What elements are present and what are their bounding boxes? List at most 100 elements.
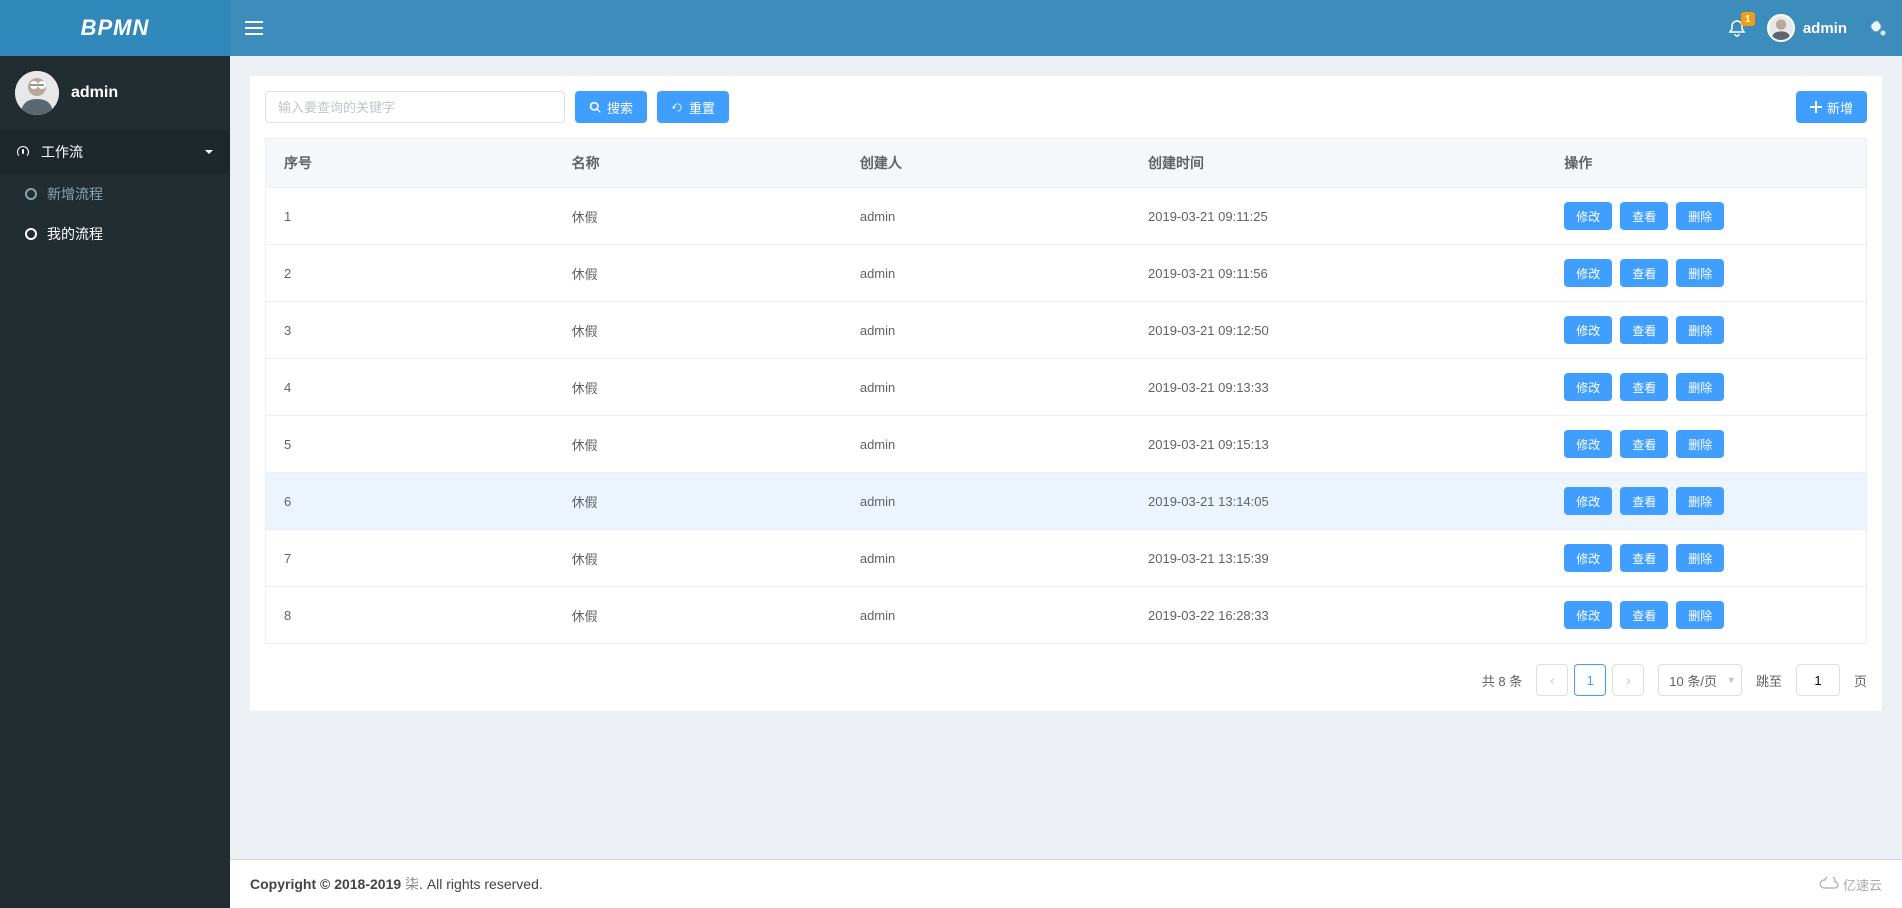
view-button[interactable]: 查看 <box>1620 544 1668 572</box>
footer: Copyright © 2018-2019 柒. All rights rese… <box>230 859 1902 908</box>
edit-button[interactable]: 修改 <box>1564 430 1612 458</box>
page-prev-button[interactable]: ‹ <box>1536 664 1568 696</box>
delete-button[interactable]: 删除 <box>1676 316 1724 344</box>
chevron-down-icon <box>203 146 215 158</box>
jump-label: 跳至 <box>1756 671 1782 690</box>
sidebar-item-1[interactable]: 我的流程 <box>0 214 230 254</box>
watermark: 亿速云 <box>1819 875 1882 894</box>
cell-created: 2019-03-21 09:11:25 <box>1130 188 1546 245</box>
table-row: 6 休假 admin 2019-03-21 13:14:05 修改 查看 删除 <box>266 473 1867 530</box>
circle-icon <box>25 228 37 240</box>
cell-created: 2019-03-21 13:15:39 <box>1130 530 1546 587</box>
view-button[interactable]: 查看 <box>1620 373 1668 401</box>
content-area: 搜索 重置 新增 序号 <box>230 56 1902 859</box>
search-input[interactable] <box>265 91 565 123</box>
main-panel: 搜索 重置 新增 序号 <box>250 76 1882 711</box>
view-button[interactable]: 查看 <box>1620 430 1668 458</box>
view-button[interactable]: 查看 <box>1620 259 1668 287</box>
cell-name: 休假 <box>554 416 842 473</box>
user-name: admin <box>71 84 118 102</box>
circle-icon <box>25 188 37 200</box>
edit-button[interactable]: 修改 <box>1564 544 1612 572</box>
cell-name: 休假 <box>554 359 842 416</box>
cell-created: 2019-03-21 09:15:13 <box>1130 416 1546 473</box>
cell-actions: 修改 查看 删除 <box>1546 587 1866 644</box>
edit-button[interactable]: 修改 <box>1564 316 1612 344</box>
view-button[interactable]: 查看 <box>1620 487 1668 515</box>
page-number-button[interactable]: 1 <box>1574 664 1606 696</box>
footer-rights: . All rights reserved. <box>419 876 543 892</box>
cell-actions: 修改 查看 删除 <box>1546 188 1866 245</box>
jump-page-input[interactable] <box>1796 664 1840 696</box>
chevron-right-icon: › <box>1626 673 1630 688</box>
cell-actions: 修改 查看 删除 <box>1546 530 1866 587</box>
table-row: 5 休假 admin 2019-03-21 09:15:13 修改 查看 删除 <box>266 416 1867 473</box>
edit-button[interactable]: 修改 <box>1564 259 1612 287</box>
sidebar-item-0[interactable]: 新增流程 <box>0 174 230 214</box>
delete-button[interactable]: 删除 <box>1676 487 1724 515</box>
delete-button[interactable]: 删除 <box>1676 202 1724 230</box>
delete-button[interactable]: 删除 <box>1676 601 1724 629</box>
page-next-button[interactable]: › <box>1612 664 1644 696</box>
topbar: 1 admin <box>230 0 1902 56</box>
cell-name: 休假 <box>554 188 842 245</box>
sidebar: BPMN admin 工作流 新增流程我的流程 <box>0 0 230 908</box>
cell-created: 2019-03-21 09:13:33 <box>1130 359 1546 416</box>
table-row: 7 休假 admin 2019-03-21 13:15:39 修改 查看 删除 <box>266 530 1867 587</box>
watermark-text: 亿速云 <box>1843 875 1882 894</box>
delete-button[interactable]: 删除 <box>1676 544 1724 572</box>
user-menu[interactable]: admin <box>1767 14 1847 42</box>
cell-seq: 1 <box>266 188 554 245</box>
delete-button[interactable]: 删除 <box>1676 373 1724 401</box>
cell-name: 休假 <box>554 245 842 302</box>
edit-button[interactable]: 修改 <box>1564 487 1612 515</box>
view-button[interactable]: 查看 <box>1620 202 1668 230</box>
search-button[interactable]: 搜索 <box>575 91 647 123</box>
cell-name: 休假 <box>554 530 842 587</box>
settings-button[interactable] <box>1867 18 1887 38</box>
edit-button[interactable]: 修改 <box>1564 202 1612 230</box>
menu-toggle-icon[interactable] <box>245 19 263 37</box>
data-table: 序号 名称 创建人 创建时间 操作 1 休假 admin 2019-03-21 … <box>265 138 1867 644</box>
th-creator: 创建人 <box>842 139 1130 188</box>
cell-seq: 3 <box>266 302 554 359</box>
add-button[interactable]: 新增 <box>1796 91 1867 123</box>
edit-button[interactable]: 修改 <box>1564 601 1612 629</box>
table-row: 3 休假 admin 2019-03-21 09:12:50 修改 查看 删除 <box>266 302 1867 359</box>
th-seq: 序号 <box>266 139 554 188</box>
notifications-button[interactable]: 1 <box>1727 18 1747 38</box>
cell-actions: 修改 查看 删除 <box>1546 302 1866 359</box>
cell-seq: 2 <box>266 245 554 302</box>
cell-actions: 修改 查看 删除 <box>1546 245 1866 302</box>
pagination-total: 共 8 条 <box>1482 671 1522 690</box>
cell-creator: admin <box>842 473 1130 530</box>
cell-seq: 8 <box>266 587 554 644</box>
cell-seq: 4 <box>266 359 554 416</box>
cell-name: 休假 <box>554 473 842 530</box>
cell-seq: 6 <box>266 473 554 530</box>
footer-company: 柒 <box>405 876 419 892</box>
cell-creator: admin <box>842 530 1130 587</box>
view-button[interactable]: 查看 <box>1620 601 1668 629</box>
edit-button[interactable]: 修改 <box>1564 373 1612 401</box>
cell-seq: 7 <box>266 530 554 587</box>
cell-creator: admin <box>842 302 1130 359</box>
table-row: 4 休假 admin 2019-03-21 09:13:33 修改 查看 删除 <box>266 359 1867 416</box>
brand-logo[interactable]: BPMN <box>0 0 230 56</box>
delete-button[interactable]: 删除 <box>1676 259 1724 287</box>
plus-icon <box>1810 101 1822 113</box>
add-button-label: 新增 <box>1827 98 1853 117</box>
page-size-select[interactable]: 10 条/页 <box>1658 664 1742 696</box>
notification-badge: 1 <box>1741 12 1755 26</box>
pagination: 共 8 条 ‹ 1 › 10 条/页 ▾ 跳至 <box>265 664 1867 696</box>
gears-icon <box>1867 18 1887 38</box>
sidebar-item-label: 我的流程 <box>47 224 103 244</box>
footer-copyright: Copyright © 2018-2019 <box>250 876 405 892</box>
nav-parent-workflow[interactable]: 工作流 <box>0 130 230 174</box>
search-button-label: 搜索 <box>607 98 633 117</box>
delete-button[interactable]: 删除 <box>1676 430 1724 458</box>
jump-suffix: 页 <box>1854 671 1867 690</box>
chevron-left-icon: ‹ <box>1550 673 1554 688</box>
reset-button[interactable]: 重置 <box>657 91 729 123</box>
view-button[interactable]: 查看 <box>1620 316 1668 344</box>
